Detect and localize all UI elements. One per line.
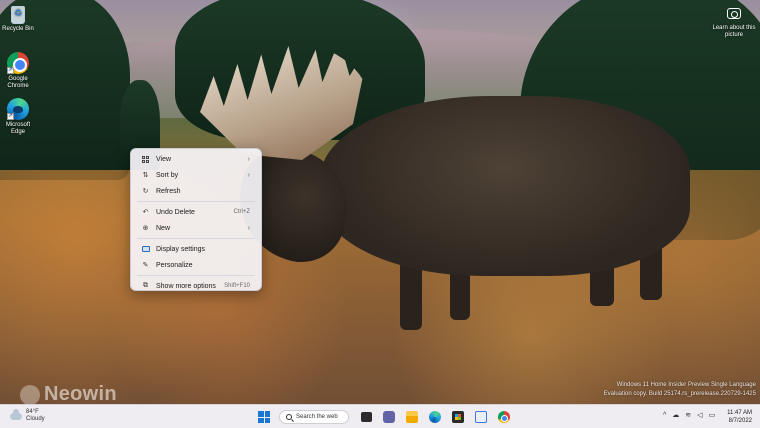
edge-icon: ↗ bbox=[7, 98, 29, 120]
task-view-icon[interactable] bbox=[360, 412, 372, 422]
personalize-icon: ✎ bbox=[142, 262, 149, 269]
menu-item-display-settings[interactable]: Display settings bbox=[134, 241, 258, 257]
menu-item-new[interactable]: ⊕ New › bbox=[134, 220, 258, 236]
evaluation-line: Evaluation copy. Build 25174.rs_prerelea… bbox=[603, 391, 756, 397]
onedrive-cloud-icon[interactable]: ☁ bbox=[672, 411, 679, 419]
menu-item-label: Sort by bbox=[156, 171, 179, 179]
shortcut-arrow-icon: ↗ bbox=[7, 67, 14, 74]
menu-separator bbox=[137, 275, 255, 276]
desktop-context-menu: View › ⇅ Sort by › ↻ Refresh ↶ Undo Dele… bbox=[130, 148, 262, 291]
neowin-logo-icon bbox=[20, 384, 40, 405]
menu-item-label: Refresh bbox=[156, 187, 181, 195]
menu-item-sort-by[interactable]: ⇅ Sort by › bbox=[134, 167, 258, 183]
menu-item-show-more-options[interactable]: ⧉ Show more options Shift+F10 bbox=[134, 278, 258, 294]
snipping-tool-icon[interactable] bbox=[474, 411, 487, 423]
teams-chat-icon[interactable] bbox=[382, 411, 395, 423]
start-button[interactable] bbox=[258, 411, 270, 423]
neowin-text: Neowin bbox=[44, 383, 117, 405]
undo-icon: ↶ bbox=[142, 209, 149, 216]
taskbar-center: Search the web bbox=[258, 408, 515, 426]
taskbar-search[interactable]: Search the web bbox=[279, 410, 349, 424]
menu-item-label: Display settings bbox=[156, 245, 206, 253]
clock-date: 8/7/2022 bbox=[728, 418, 752, 424]
menu-separator bbox=[137, 238, 255, 239]
taskbar: 84°F Cloudy Search the web ^ ☁ ≋ ◁ ▭ 11:… bbox=[0, 404, 760, 428]
weather-temp: 84°F bbox=[26, 409, 39, 415]
menu-item-label: Show more options bbox=[156, 282, 216, 290]
menu-item-label: View bbox=[156, 155, 172, 163]
moose-body bbox=[320, 96, 690, 276]
desktop-icon-recycle-bin[interactable]: Recycle Bin bbox=[0, 4, 36, 33]
search-label: Search the web bbox=[296, 414, 338, 420]
menu-item-refresh[interactable]: ↻ Refresh bbox=[134, 183, 258, 199]
menu-separator bbox=[137, 201, 255, 202]
chevron-up-icon[interactable]: ^ bbox=[663, 412, 666, 419]
desktop-icon-label: Microsoft Edge bbox=[5, 122, 31, 135]
display-icon bbox=[141, 245, 150, 254]
more-options-icon: ⧉ bbox=[143, 282, 148, 289]
system-tray: ^ ☁ ≋ ◁ ▭ bbox=[660, 411, 718, 420]
menu-item-label: New bbox=[156, 224, 171, 232]
search-icon bbox=[286, 414, 292, 420]
desktop-icon-microsoft-edge[interactable]: ↗ Microsoft Edge bbox=[0, 98, 36, 136]
learn-about-picture-label: Learn about this picture bbox=[712, 25, 756, 38]
chrome-taskbar-icon[interactable] bbox=[497, 411, 510, 423]
desktop-icon-google-chrome[interactable]: ↗ Google Chrome bbox=[0, 52, 36, 90]
chrome-icon: ↗ bbox=[7, 52, 29, 74]
learn-about-picture[interactable]: Learn about this picture bbox=[712, 8, 756, 39]
clock-time: 11:47 AM bbox=[727, 410, 752, 416]
new-icon: ⊕ bbox=[142, 225, 149, 232]
recycle-bin-icon bbox=[11, 6, 25, 24]
neowin-watermark: Neowin bbox=[20, 383, 117, 406]
shortcut-arrow-icon: ↗ bbox=[7, 113, 14, 120]
volume-icon[interactable]: ◁ bbox=[697, 411, 702, 419]
view-icon bbox=[141, 155, 150, 164]
menu-item-shortcut: Shift+F10 bbox=[224, 283, 250, 289]
menu-item-undo-delete[interactable]: ↶ Undo Delete Ctrl+Z bbox=[134, 204, 258, 220]
evaluation-watermark: Windows 11 Home Insider Preview Single L… bbox=[560, 381, 756, 399]
chevron-right-icon: › bbox=[247, 155, 250, 163]
chevron-right-icon: › bbox=[247, 171, 250, 179]
menu-item-label: Personalize bbox=[156, 261, 193, 269]
evaluation-line: Windows 11 Home Insider Preview Single L… bbox=[616, 382, 756, 388]
sort-icon: ⇅ bbox=[142, 172, 149, 179]
weather-condition: Cloudy bbox=[26, 416, 45, 422]
menu-item-view[interactable]: View › bbox=[134, 151, 258, 167]
taskbar-clock[interactable]: 11:47 AM 8/7/2022 bbox=[722, 409, 752, 425]
menu-item-personalize[interactable]: ✎ Personalize bbox=[134, 257, 258, 273]
refresh-icon: ↻ bbox=[142, 188, 149, 195]
cloud-icon bbox=[10, 408, 22, 420]
file-explorer-icon[interactable] bbox=[405, 411, 418, 423]
battery-icon[interactable]: ▭ bbox=[709, 411, 716, 419]
weather-widget[interactable]: 84°F Cloudy bbox=[10, 408, 45, 423]
menu-item-label: Undo Delete bbox=[156, 208, 195, 216]
wifi-icon[interactable]: ≋ bbox=[685, 411, 691, 419]
chevron-right-icon: › bbox=[247, 224, 250, 232]
desktop-icon-label: Google Chrome bbox=[7, 76, 29, 89]
desktop-icon-label: Recycle Bin bbox=[2, 26, 34, 32]
menu-item-shortcut: Ctrl+Z bbox=[233, 209, 251, 215]
microsoft-store-icon[interactable] bbox=[451, 411, 464, 423]
edge-taskbar-icon[interactable] bbox=[428, 411, 441, 423]
camera-icon bbox=[727, 8, 741, 19]
desktop-wallpaper bbox=[0, 0, 760, 404]
